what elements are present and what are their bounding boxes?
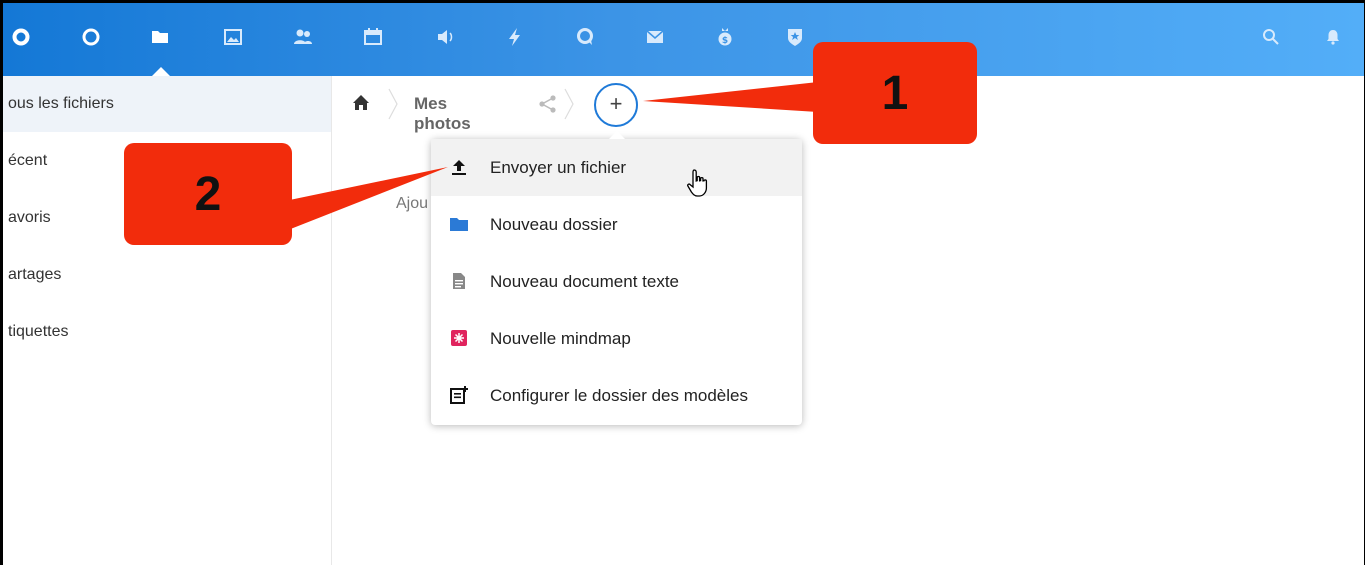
menu-item-new-folder[interactable]: Nouveau dossier bbox=[431, 196, 802, 253]
sidebar-item-shares[interactable]: artages bbox=[3, 247, 331, 303]
menu-item-configure-templates[interactable]: Configurer le dossier des modèles bbox=[431, 367, 802, 424]
menu-item-upload-file[interactable]: Envoyer un fichier bbox=[431, 139, 802, 196]
menu-item-label: Configurer le dossier des modèles bbox=[490, 386, 748, 405]
share-icon[interactable] bbox=[538, 94, 558, 114]
svg-text:$: $ bbox=[722, 36, 728, 46]
breadcrumb-current[interactable]: Mes photos bbox=[414, 94, 471, 134]
top-app-bar: $ bbox=[3, 3, 1364, 77]
chevron-right-icon bbox=[564, 88, 574, 120]
chevron-right-icon bbox=[388, 88, 398, 120]
new-file-button[interactable]: + bbox=[594, 83, 638, 127]
gallery-icon[interactable] bbox=[221, 25, 245, 49]
template-icon bbox=[450, 386, 468, 404]
sidebar-item-label: écent bbox=[8, 152, 48, 169]
empty-content-hint: Ajou bbox=[396, 195, 429, 212]
money-icon[interactable]: $ bbox=[713, 25, 737, 49]
folder-icon bbox=[450, 218, 468, 231]
hand-cursor-icon bbox=[687, 169, 708, 197]
mail-icon[interactable] bbox=[643, 25, 667, 49]
home-icon[interactable] bbox=[352, 94, 370, 112]
shield-icon[interactable] bbox=[783, 25, 807, 49]
sidebar-item-tags[interactable]: tiquettes bbox=[3, 304, 331, 360]
logo-icon[interactable] bbox=[9, 25, 33, 49]
text-document-icon bbox=[453, 273, 465, 289]
new-menu: Envoyer un fichier Nouveau dossier Nouve… bbox=[431, 131, 802, 425]
callout-1: 1 bbox=[813, 42, 977, 144]
menu-caret bbox=[609, 131, 625, 139]
callout-2: 2 bbox=[124, 143, 292, 245]
notifications-icon[interactable] bbox=[1321, 25, 1345, 49]
sidebar-item-label: avoris bbox=[8, 209, 51, 226]
mindmap-icon bbox=[451, 330, 467, 346]
menu-item-label: Envoyer un fichier bbox=[490, 158, 627, 177]
folder-icon[interactable] bbox=[148, 25, 172, 49]
menu-item-new-text-document[interactable]: Nouveau document texte bbox=[431, 253, 802, 310]
sidebar-item-label: artages bbox=[8, 266, 62, 283]
activity-icon[interactable] bbox=[503, 25, 527, 49]
sidebar-item-all-files[interactable]: ous les fichiers bbox=[3, 76, 331, 132]
search-icon[interactable] bbox=[1259, 25, 1283, 49]
calendar-icon[interactable] bbox=[361, 25, 385, 49]
circle-icon[interactable] bbox=[79, 25, 103, 49]
sidebar-item-label: tiquettes bbox=[8, 323, 69, 340]
menu-item-label: Nouveau document texte bbox=[490, 272, 680, 291]
menu-item-label: Nouveau dossier bbox=[490, 215, 618, 234]
sidebar-item-label: ous les fichiers bbox=[8, 95, 114, 112]
contacts-icon[interactable] bbox=[291, 25, 315, 49]
upload-icon bbox=[452, 160, 466, 175]
menu-item-new-mindmap[interactable]: Nouvelle mindmap bbox=[431, 310, 802, 367]
talk-icon[interactable] bbox=[573, 25, 597, 49]
audio-icon[interactable] bbox=[434, 25, 458, 49]
menu-item-label: Nouvelle mindmap bbox=[490, 329, 631, 348]
